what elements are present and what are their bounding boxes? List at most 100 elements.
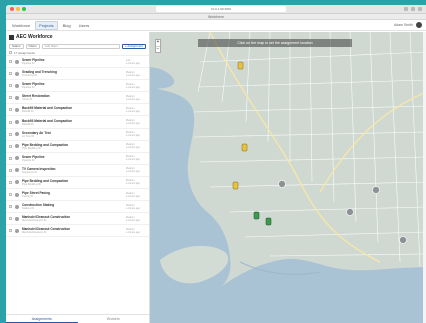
status-dot-icon bbox=[15, 192, 19, 197]
row-checkbox[interactable] bbox=[9, 72, 12, 76]
map-marker-yellow-3[interactable] bbox=[232, 181, 239, 190]
row-checkbox[interactable] bbox=[9, 156, 12, 160]
list-item[interactable]: Sewer Pipeline Pipeline ID Medium a minute … bbox=[6, 153, 149, 165]
row-checkbox[interactable] bbox=[9, 229, 12, 233]
map-marker-gray-2[interactable] bbox=[372, 186, 380, 194]
status-dot-icon bbox=[15, 95, 19, 100]
project-logo-icon bbox=[9, 34, 14, 40]
nav-workforce[interactable]: Workforce bbox=[9, 22, 33, 29]
assignment-subtitle: Manhole/Cleanout ID bbox=[22, 231, 47, 235]
status-dot-icon bbox=[15, 168, 19, 173]
list-item[interactable]: Construction Staking Staking ID Medium a mi… bbox=[6, 201, 149, 214]
zoom-out-button[interactable]: − bbox=[156, 46, 160, 52]
filter-bar: Status Filters Add filters + Assignment bbox=[6, 42, 149, 50]
user-name: Adam Smith bbox=[393, 23, 413, 27]
assignment-time: a minute ago bbox=[126, 194, 140, 198]
browser-toolbar-icons bbox=[404, 7, 422, 11]
assignment-subtitle: Street ID bbox=[22, 98, 33, 102]
status-dot-icon bbox=[15, 120, 19, 125]
row-checkbox[interactable] bbox=[9, 108, 12, 112]
list-item[interactable]: Pipe Bedding and Compaction Pipe Bedding … bbox=[6, 141, 149, 153]
avatar[interactable] bbox=[416, 22, 422, 28]
user-menu[interactable]: Adam Smith bbox=[394, 22, 422, 28]
tab-assignments[interactable]: Assignments bbox=[6, 315, 78, 323]
list-item[interactable]: Manhole/Cleanout Construction Manhole/Cle… bbox=[6, 213, 149, 226]
filters-button[interactable]: Filters bbox=[25, 43, 40, 49]
status-dot-icon bbox=[15, 59, 19, 64]
nav-users[interactable]: Users bbox=[76, 22, 92, 29]
page-title: AEC Workforce bbox=[16, 34, 53, 40]
map-view[interactable]: + − Click on the map to set the assignme… bbox=[150, 32, 426, 323]
status-filter-button[interactable]: Status bbox=[9, 43, 24, 49]
tab-workers[interactable]: Workers bbox=[78, 315, 150, 323]
list-item[interactable]: Pipe Bedding and Compaction Pipe Bedding … bbox=[6, 177, 149, 190]
assignment-subtitle: Pipe Bedding ID bbox=[22, 146, 41, 150]
nav-projects[interactable]: Projects bbox=[35, 20, 58, 30]
row-checkbox[interactable] bbox=[9, 217, 12, 221]
assignment-time: a minute ago bbox=[126, 109, 140, 113]
panel-header: AEC Workforce bbox=[6, 32, 149, 42]
assignment-time: a minute ago bbox=[126, 85, 140, 89]
window-controls bbox=[10, 7, 26, 11]
map-canvas[interactable] bbox=[150, 32, 426, 323]
map-marker-gray-3[interactable] bbox=[346, 208, 354, 216]
tabs-icon[interactable] bbox=[411, 7, 415, 11]
filter-search-input[interactable]: Add filters bbox=[41, 43, 120, 49]
status-dot-icon bbox=[15, 204, 19, 209]
assignments-panel: AEC Workforce Status Filters Add filters… bbox=[6, 32, 150, 323]
assignment-time: a minute ago bbox=[126, 230, 140, 234]
assignment-count: 17 assignments bbox=[14, 50, 36, 55]
list-item[interactable]: Street Restoration Street ID Medium a minut… bbox=[6, 92, 149, 105]
add-assignment-button[interactable]: + Assignment bbox=[121, 43, 146, 49]
row-checkbox[interactable] bbox=[9, 60, 12, 64]
maximize-window-icon[interactable] bbox=[22, 7, 26, 11]
assignment-time: a minute ago bbox=[126, 134, 140, 138]
status-dot-icon bbox=[15, 144, 19, 149]
assignment-subtitle: Pipe Bedding ID bbox=[22, 182, 41, 186]
assignment-time: a minute ago bbox=[126, 218, 140, 222]
row-checkbox[interactable] bbox=[9, 132, 12, 136]
status-dot-icon bbox=[15, 83, 19, 88]
row-checkbox[interactable] bbox=[9, 168, 12, 172]
row-checkbox[interactable] bbox=[9, 180, 12, 184]
list-item[interactable]: Sewer Pipeline Pipeline ID Medium a minute … bbox=[6, 80, 149, 93]
list-item[interactable]: Grading and Trenching Trenching ID Medium a… bbox=[6, 68, 149, 81]
status-dot-icon bbox=[15, 107, 19, 112]
browser-window: 10.0.1.99:3000 Workforce Workforce Proje… bbox=[6, 5, 426, 323]
row-checkbox[interactable] bbox=[9, 193, 12, 197]
nav-blog[interactable]: Blog bbox=[60, 22, 74, 29]
assignment-subtitle: Backfill ID bbox=[22, 122, 34, 126]
assignment-subtitle: Backfill ID bbox=[22, 110, 34, 114]
assignment-time: a minute ago bbox=[126, 146, 140, 150]
plus-icon[interactable] bbox=[418, 7, 422, 11]
share-icon[interactable] bbox=[404, 7, 408, 11]
url-bar[interactable]: 10.0.1.99:3000 bbox=[156, 6, 286, 12]
browser-titlebar: 10.0.1.99:3000 bbox=[6, 5, 426, 14]
list-item[interactable]: Backfill Material and Compaction Backfill… bbox=[6, 104, 149, 117]
row-checkbox[interactable] bbox=[9, 205, 12, 209]
row-checkbox[interactable] bbox=[9, 96, 12, 100]
list-item[interactable]: Manhole/Cleanout Construction Manhole/Cle… bbox=[6, 225, 149, 238]
row-checkbox[interactable] bbox=[9, 144, 12, 148]
assignment-subtitle: Paving ID bbox=[22, 195, 34, 199]
row-checkbox[interactable] bbox=[9, 84, 12, 88]
list-item[interactable]: TV Camera Inspection Inspection ID Medium a… bbox=[6, 165, 149, 177]
assignment-time: a minute ago bbox=[126, 206, 140, 210]
map-marker-gray-4[interactable] bbox=[399, 236, 407, 244]
close-window-icon[interactable] bbox=[10, 7, 14, 11]
list-item[interactable]: Pipe Street Paving Paving ID Medium a minut… bbox=[6, 189, 149, 202]
list-item[interactable]: Secondary Air Test Air Test ID Medium a min… bbox=[6, 129, 149, 141]
map-marker-yellow-1[interactable] bbox=[237, 61, 244, 70]
map-marker-yellow-2[interactable] bbox=[241, 143, 248, 152]
map-instruction-banner: Click on the map to set the assignment l… bbox=[198, 39, 352, 47]
assignment-subtitle: Staking ID bbox=[22, 207, 34, 211]
row-checkbox[interactable] bbox=[9, 120, 12, 124]
assignment-list: Sewer Pipeline Pipeline ID Low a minute ago… bbox=[6, 56, 149, 314]
minimize-window-icon[interactable] bbox=[16, 7, 20, 11]
list-item[interactable]: Sewer Pipeline Pipeline ID Low a minute ago bbox=[6, 56, 149, 69]
map-marker-gray-1[interactable] bbox=[278, 180, 286, 188]
map-marker-green-1[interactable] bbox=[253, 211, 260, 220]
select-all-checkbox[interactable] bbox=[9, 51, 12, 54]
map-marker-green-2[interactable] bbox=[265, 217, 272, 226]
list-item[interactable]: Backfill Material and Compaction Backfill… bbox=[6, 116, 149, 129]
